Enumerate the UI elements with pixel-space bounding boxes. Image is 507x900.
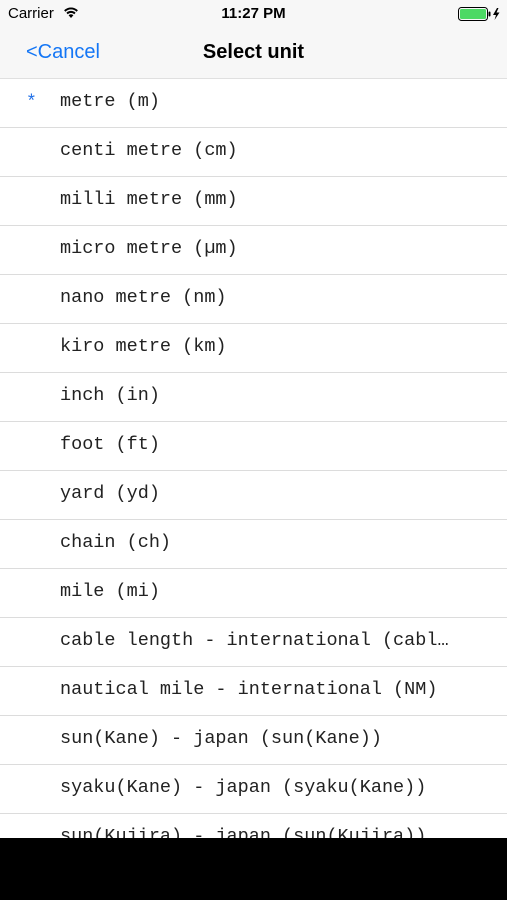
list-item[interactable]: centi metre (cm) xyxy=(0,128,507,177)
unit-label: nano metre (nm) xyxy=(60,287,227,308)
unit-label: kiro metre (km) xyxy=(60,336,227,357)
unit-label: yard (yd) xyxy=(60,483,160,504)
list-item[interactable]: milli metre (mm) xyxy=(0,177,507,226)
list-item[interactable]: micro metre (µm) xyxy=(0,226,507,275)
unit-list: * metre (m) centi metre (cm) milli metre (m… xyxy=(0,79,507,838)
status-bar: Carrier 11:27 PM xyxy=(0,0,507,28)
list-item[interactable]: mile (mi) xyxy=(0,569,507,618)
unit-label: nautical mile - international (NM) xyxy=(60,679,438,700)
list-item[interactable]: nautical mile - international (NM) xyxy=(0,667,507,716)
navigation-bar: <Cancel Select unit xyxy=(0,28,507,79)
unit-label: sun(Kujira) - japan (sun(Kujira)) xyxy=(60,826,427,838)
list-item[interactable]: foot (ft) xyxy=(0,422,507,471)
list-item[interactable]: sun(Kane) - japan (sun(Kane)) xyxy=(0,716,507,765)
page-title: Select unit xyxy=(202,41,305,63)
list-item[interactable]: chain (ch) xyxy=(0,520,507,569)
unit-label: foot (ft) xyxy=(60,434,160,455)
unit-label: centi metre (cm) xyxy=(60,140,238,161)
list-item[interactable]: syaku(Kane) - japan (syaku(Kane)) xyxy=(0,765,507,814)
unit-label: cable length - international (cabl… xyxy=(60,630,449,651)
unit-label: mile (mi) xyxy=(60,581,160,602)
unit-label: sun(Kane) - japan (sun(Kane)) xyxy=(60,728,382,749)
screen: Carrier 11:27 PM <Cancel Select unit * me… xyxy=(0,0,507,838)
unit-label: inch (in) xyxy=(60,385,160,406)
unit-label: micro metre (µm) xyxy=(60,238,238,259)
unit-label: syaku(Kane) - japan (syaku(Kane)) xyxy=(60,777,427,798)
list-item[interactable]: yard (yd) xyxy=(0,471,507,520)
battery-full-charging-icon xyxy=(458,7,500,21)
list-item[interactable]: sun(Kujira) - japan (sun(Kujira)) xyxy=(0,814,507,838)
clock: 11:27 PM xyxy=(221,5,286,22)
list-item-selected[interactable]: * metre (m) xyxy=(0,79,507,128)
unit-label: chain (ch) xyxy=(60,532,172,553)
unit-label: metre (m) xyxy=(60,91,160,112)
list-item[interactable]: cable length - international (cabl… xyxy=(0,618,507,667)
selected-marker: * xyxy=(26,93,37,113)
list-item[interactable]: nano metre (nm) xyxy=(0,275,507,324)
phone-frame: Carrier 11:27 PM <Cancel Select unit * me… xyxy=(0,0,507,900)
list-item[interactable]: kiro metre (km) xyxy=(0,324,507,373)
list-item[interactable]: inch (in) xyxy=(0,373,507,422)
unit-label: milli metre (mm) xyxy=(60,189,238,210)
